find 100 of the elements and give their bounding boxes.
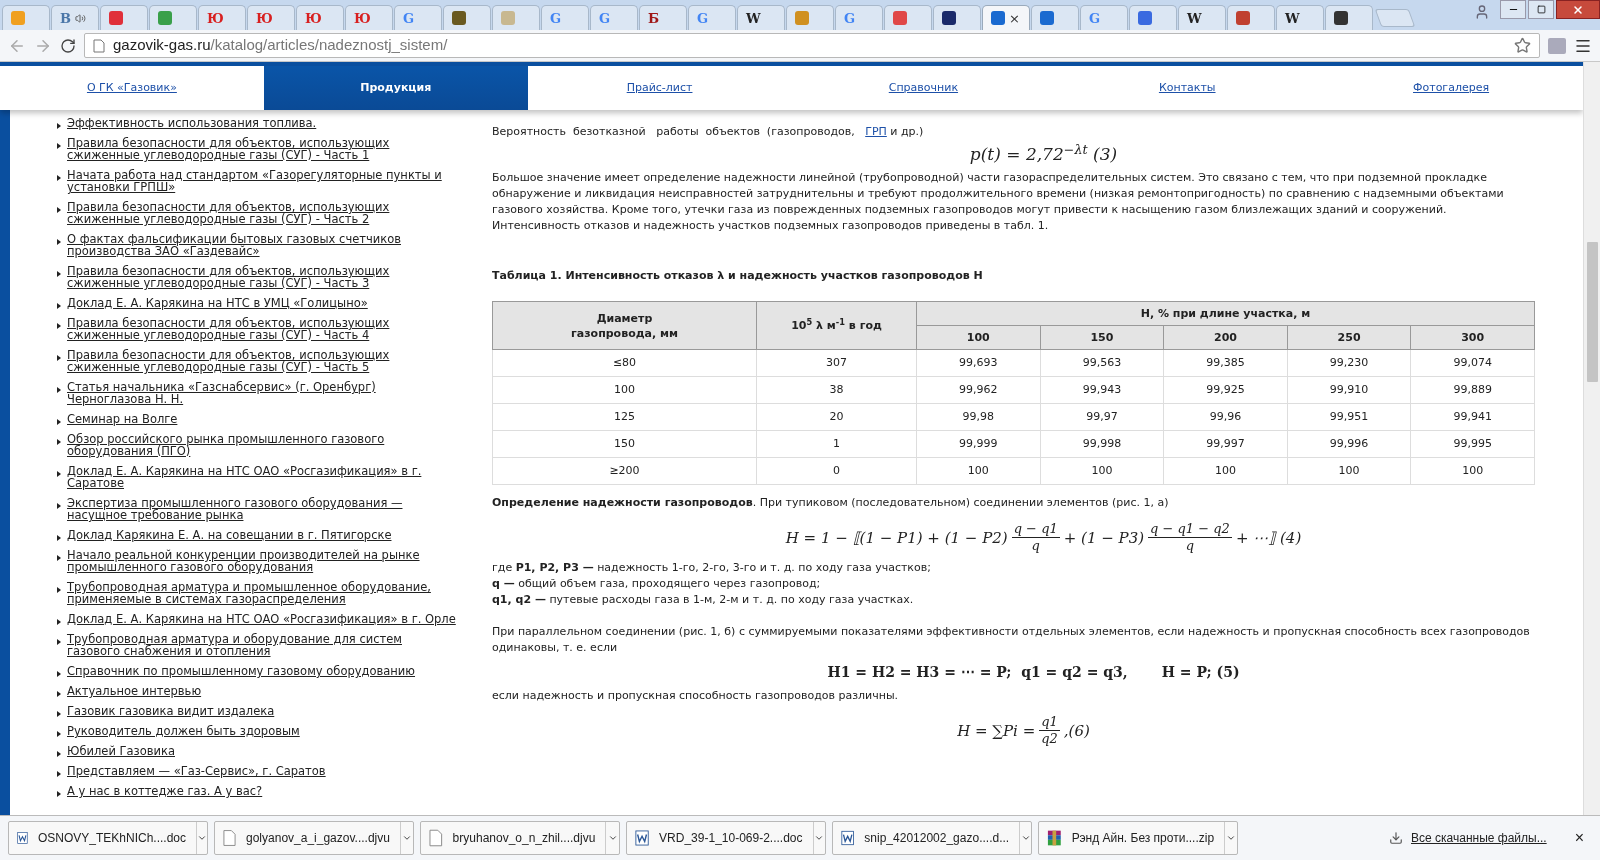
nav-link[interactable]: Продукция xyxy=(263,66,528,110)
download-icon xyxy=(1389,831,1403,845)
table-cell: 99,563 xyxy=(1040,349,1164,377)
download-item[interactable]: OSNOVY_TEKhNICh....doc xyxy=(8,821,208,855)
caret-icon xyxy=(1226,833,1237,843)
dropdown-button[interactable] xyxy=(1019,822,1031,854)
article-link[interactable]: Доклад Карякина Е. А. на совещании в г. Пятигорске xyxy=(67,529,392,541)
bullet-icon xyxy=(57,751,61,757)
nav-link[interactable]: Прайс-лист xyxy=(527,66,792,110)
column-header: 200 xyxy=(1163,325,1288,350)
article-link[interactable]: Доклад Е. А. Карякина на НТС в УМЦ «Голицыно» xyxy=(67,297,368,309)
table-cell: 99,941 xyxy=(1410,403,1535,431)
browser-tab[interactable]: W xyxy=(1178,5,1226,30)
article-link[interactable]: Представляем — «Газ-Сервис», г. Саратов xyxy=(67,765,326,777)
article-link[interactable]: Начата работа над стандартом «Газорегуляторные пункты и установки ГРПШ» xyxy=(67,169,458,193)
dropdown-button[interactable] xyxy=(196,822,207,854)
browser-tab[interactable]: W xyxy=(737,5,785,30)
bookmark-star-icon[interactable] xyxy=(1514,37,1531,54)
dropdown-button[interactable] xyxy=(1224,822,1237,854)
article-link[interactable]: Правила безопасности для объектов, использующих сжиженные углеводородные газы (СУГ) - Часть 5 xyxy=(67,349,458,373)
browser-tab[interactable]: Ю xyxy=(345,5,393,30)
browser-tab[interactable]: Ю xyxy=(198,5,246,30)
article-link[interactable]: Обзор российского рынка промышленного газового оборудования (ПГО) xyxy=(67,433,458,457)
browser-tab[interactable]: × xyxy=(982,5,1030,30)
browser-tab[interactable] xyxy=(443,5,491,30)
article-link[interactable]: Экспертиза промышленного газового оборудования — насущное требование рынка xyxy=(67,497,458,521)
dropdown-button[interactable] xyxy=(399,822,413,854)
intro-text: Вероятность безотказной работы объектов (газопроводов, ГРП и др.) xyxy=(492,124,925,140)
extension-icon[interactable] xyxy=(1548,37,1566,54)
close-icon xyxy=(1572,3,1584,16)
browser-tab[interactable]: Ю xyxy=(247,5,295,30)
bullet-icon xyxy=(57,175,61,181)
minimize-button[interactable] xyxy=(1500,0,1526,19)
article-link[interactable]: Статья начальника «Газснабсервис» (г. Оренбург) Черноглазова Н. Н. xyxy=(67,381,458,405)
article-link[interactable]: Юбилей Газовика xyxy=(67,745,175,757)
scrollbar-thumb[interactable] xyxy=(1586,242,1598,382)
article-link[interactable]: Правила безопасности для объектов, использующих сжиженные углеводородные газы (СУГ) - Часть 1 xyxy=(67,137,458,161)
bullet-icon xyxy=(57,639,61,645)
download-item[interactable]: golyanov_a_i_gazov....djvu xyxy=(214,821,414,855)
article-link[interactable]: О фактах фальсификации бытовых газовых счетчиков производства ЗАО «Газдевайс» xyxy=(67,233,458,257)
article-link[interactable]: Трубопроводная арматура и оборудование для систем газового снабжения и отопления xyxy=(67,633,458,657)
dropdown-button[interactable] xyxy=(605,822,619,854)
bullet-icon xyxy=(57,791,61,797)
table-cell: 99,999 xyxy=(916,430,1041,458)
article-link[interactable]: Доклад Е. А. Карякина на НТС ОАО «Росгазификация» в г. Саратове xyxy=(67,465,458,489)
close-window-button[interactable] xyxy=(1556,0,1600,19)
nav-link[interactable]: Контакты xyxy=(1055,66,1320,110)
bullet-icon xyxy=(57,771,61,777)
article-link[interactable]: А у нас в коттедже газ. А у вас? xyxy=(67,785,263,797)
article-link[interactable]: Семинар на Волге xyxy=(67,413,178,425)
table-cell: 99,693 xyxy=(916,349,1041,377)
table-cell: 100 xyxy=(1287,457,1411,485)
grp-link[interactable]: ГРП xyxy=(865,125,887,138)
nav-link[interactable]: О ГК «Газовик» xyxy=(0,66,264,110)
article-link[interactable]: Начало реальной конкуренции производителей на рынке промышленного газового оборудования xyxy=(67,549,458,573)
browser-tab[interactable]: Ю xyxy=(296,5,344,30)
browser-tab[interactable]: W xyxy=(1276,5,1324,30)
restore-button[interactable] xyxy=(1528,0,1554,19)
fraction-denominator: q xyxy=(1185,538,1195,554)
profile-icon[interactable] xyxy=(1474,4,1490,20)
download-item[interactable]: VRD_39-1_10-069-2....doc xyxy=(626,821,826,855)
article-link[interactable]: Правила безопасности для объектов, использующих сжиженные углеводородные газы (СУГ) - Часть 3 xyxy=(67,265,458,289)
table-cell: 100 xyxy=(1410,457,1535,485)
browser-tab[interactable]: B xyxy=(51,5,99,30)
table-cell: 307 xyxy=(756,349,917,377)
nav-link[interactable]: Справочник xyxy=(791,66,1056,110)
scrollbar[interactable] xyxy=(1583,62,1600,815)
browser-tab[interactable] xyxy=(933,5,981,30)
bullet-icon xyxy=(57,143,61,149)
browser-tab[interactable]: Б xyxy=(639,5,687,30)
article-link[interactable]: Правила безопасности для объектов, использующих сжиженные углеводородные газы (СУГ) - Часть 2 xyxy=(67,201,458,225)
download-item[interactable]: Рэнд Айн. Без проти....zip xyxy=(1038,821,1238,855)
table-cell: 99,997 xyxy=(1163,430,1288,458)
all-downloads-link[interactable]: Все скачанные файлы... xyxy=(1411,829,1547,847)
nav-link[interactable]: Фотогалерея xyxy=(1319,66,1583,110)
close-tab-button[interactable]: × xyxy=(1009,11,1020,25)
bullet-icon xyxy=(57,419,61,425)
bullet-icon xyxy=(57,587,61,593)
dropdown-button[interactable] xyxy=(812,822,825,854)
bullet-icon xyxy=(57,323,61,329)
reload-button[interactable] xyxy=(60,37,76,54)
article-link[interactable]: Доклад Е. А. Карякина на НТС ОАО «Росгазификация» в г. Орле xyxy=(67,613,456,625)
browser-tab[interactable] xyxy=(1325,5,1373,30)
article-link[interactable]: Актуальное интервью xyxy=(67,685,202,697)
article-link[interactable]: Руководитель должен быть здоровым xyxy=(67,725,300,737)
article-link[interactable]: Справочник по промышленному газовому оборудованию xyxy=(67,665,416,677)
bullet-icon xyxy=(57,387,61,393)
formula-text: + ⋯⟧ (4) xyxy=(1235,529,1302,546)
close-button[interactable]: × xyxy=(1574,826,1584,850)
article-link[interactable]: Газовик газовика видит издалека xyxy=(67,705,275,717)
fraction-denominator: q xyxy=(1031,538,1040,554)
article-link[interactable]: Правила безопасности для объектов, использующих сжиженные углеводородные газы (СУГ) - Часть 4 xyxy=(67,317,458,341)
article-link[interactable]: Трубопроводная арматура и промышленное оборудование, применяемые в системах газораспределения xyxy=(67,581,458,605)
column-header: 250 xyxy=(1287,325,1411,350)
document-icon xyxy=(841,829,855,847)
address-bar[interactable]: gazovik-gas.ru/katalog/articles/nadeznostj_sistem/ xyxy=(84,33,1540,58)
download-item[interactable]: bryuhanov_o_n_zhil....djvu xyxy=(420,821,620,855)
article-link[interactable]: Эффективность использования топлива. xyxy=(67,117,317,129)
table-cell: 99,925 xyxy=(1163,376,1288,404)
download-item[interactable]: snip_42012002_gazo....d... xyxy=(832,821,1032,855)
